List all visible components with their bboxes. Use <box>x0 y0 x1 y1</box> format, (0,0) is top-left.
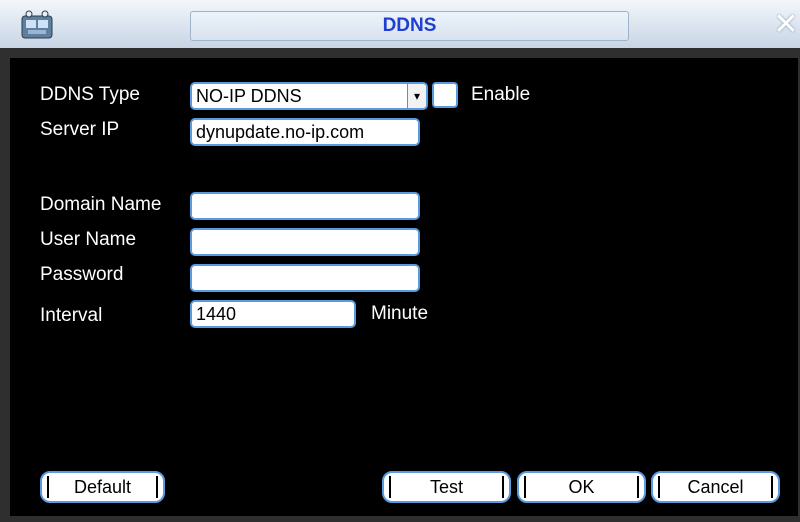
ddns-type-select[interactable]: NO-IP DDNS ▾ <box>190 82 428 110</box>
cancel-button[interactable]: Cancel <box>651 471 780 503</box>
interval-field[interactable]: 1440 <box>190 300 356 328</box>
ddns-type-label: DDNS Type <box>40 84 140 105</box>
close-icon[interactable]: ✕ <box>772 8 800 42</box>
ddns-dialog: DDNS ✕ DDNS Type NO-IP DDNS ▾ Enable Ser… <box>0 0 800 522</box>
chevron-down-icon[interactable]: ▾ <box>407 84 426 108</box>
interval-unit-label: Minute <box>371 303 429 324</box>
ddns-type-value: NO-IP DDNS <box>196 86 302 106</box>
interval-label: Interval <box>40 305 103 326</box>
domain-name-label: Domain Name <box>40 194 162 215</box>
title-bar[interactable]: DDNS ✕ <box>0 0 800 48</box>
domain-name-field[interactable] <box>190 192 420 220</box>
enable-checkbox[interactable] <box>432 82 458 108</box>
network-device-icon <box>21 10 53 39</box>
server-ip-label: Server IP <box>40 119 120 140</box>
dialog-title: DDNS <box>190 11 629 41</box>
user-name-label: User Name <box>40 229 137 250</box>
dialog-body: DDNS Type NO-IP DDNS ▾ Enable Server IP … <box>10 58 798 516</box>
enable-label: Enable <box>471 84 531 105</box>
test-button[interactable]: Test <box>382 471 511 503</box>
server-ip-field[interactable]: dynupdate.no-ip.com <box>190 118 420 146</box>
password-label: Password <box>40 264 124 285</box>
default-button[interactable]: Default <box>40 471 165 503</box>
password-field[interactable] <box>190 264 420 292</box>
ok-button[interactable]: OK <box>517 471 646 503</box>
user-name-field[interactable] <box>190 228 420 256</box>
